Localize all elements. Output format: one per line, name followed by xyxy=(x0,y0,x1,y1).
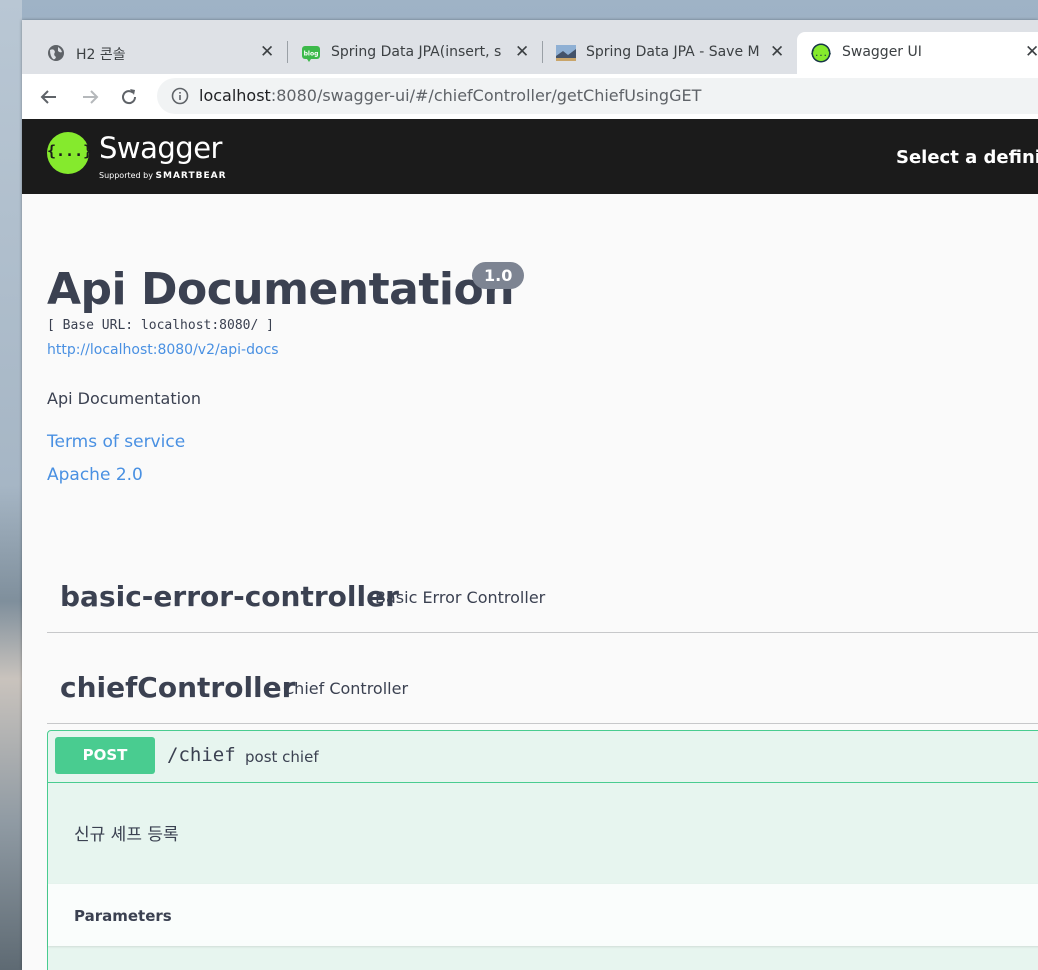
swagger-content: Api Documentation 1.0 [ Base URL: localh… xyxy=(22,194,1038,970)
swagger-icon: {...} xyxy=(811,43,831,63)
svg-text:{...}: {...} xyxy=(811,50,831,58)
tag-basic-error-controller[interactable]: basic-error-controller Basic Error Contr… xyxy=(47,566,1038,633)
logo-subtitle: Supported by SMARTBEAR xyxy=(99,171,227,181)
close-tab-icon[interactable]: ✕ xyxy=(260,42,274,62)
back-button[interactable] xyxy=(34,82,64,112)
blog-icon: blog xyxy=(302,46,320,62)
tag-chief-controller[interactable]: chiefController Chief Controller xyxy=(47,657,1038,724)
globe-icon xyxy=(48,45,64,61)
operation-post-chief: POST /chief post chief 신규 셰프 등록 Paramete… xyxy=(47,730,1038,970)
tab-title: Spring Data JPA(insert, s xyxy=(331,44,502,60)
http-method-badge: POST xyxy=(55,737,155,774)
tab-swagger-ui[interactable]: {...} Swagger UI ✕ xyxy=(797,32,1038,74)
close-tab-icon[interactable]: ✕ xyxy=(770,42,784,62)
logo-symbol: {...} xyxy=(47,142,93,160)
close-tab-icon[interactable]: ✕ xyxy=(515,42,529,62)
operation-summary[interactable]: POST /chief post chief xyxy=(48,731,1038,783)
version-badge: 1.0 xyxy=(472,262,525,289)
forward-button[interactable] xyxy=(75,82,105,112)
logo-sub-brand: SMARTBEAR xyxy=(155,171,227,181)
page-title: Api Documentation xyxy=(47,264,515,315)
parameters-title: Parameters xyxy=(74,907,172,925)
browser-toolbar: localhost:8080/swagger-ui/#/chiefControl… xyxy=(22,74,1038,120)
browser-window: H2 콘솔 ✕ blog Spring Data JPA(insert, s ✕… xyxy=(22,20,1038,970)
svg-text:blog: blog xyxy=(304,51,319,58)
tag-description: Basic Error Controller xyxy=(375,588,546,607)
close-tab-icon[interactable]: ✕ xyxy=(1025,42,1038,62)
tag-name: basic-error-controller xyxy=(60,580,399,613)
info-icon[interactable] xyxy=(171,87,189,105)
url-host: localhost xyxy=(199,86,271,105)
base-url: [ Base URL: localhost:8080/ ] xyxy=(47,318,274,333)
api-description: Api Documentation xyxy=(47,389,201,408)
operation-summary-text: post chief xyxy=(245,748,319,766)
tab-blog[interactable]: blog Spring Data JPA(insert, s ✕ xyxy=(277,32,539,74)
url-path: :8080/swagger-ui/#/chiefController/getCh… xyxy=(270,86,702,105)
operation-path: /chief xyxy=(167,744,236,766)
parameters-section-header: Parameters xyxy=(48,884,1038,946)
swagger-logo-text[interactable]: Swagger xyxy=(99,131,222,165)
select-definition-label: Select a definit xyxy=(896,147,1038,168)
tab-title: Swagger UI xyxy=(842,44,922,60)
reload-icon xyxy=(122,89,137,105)
api-docs-link[interactable]: http://localhost:8080/v2/api-docs xyxy=(47,342,279,358)
tag-description: Chief Controller xyxy=(283,679,409,698)
license-link[interactable]: Apache 2.0 xyxy=(47,465,143,485)
logo-sub-prefix: Supported by xyxy=(99,171,153,180)
arrow-left-icon xyxy=(40,90,56,104)
tab-title: Spring Data JPA - Save M xyxy=(586,44,760,60)
address-bar[interactable]: localhost:8080/swagger-ui/#/chiefControl… xyxy=(157,78,1038,114)
tab-spring-data-save[interactable]: Spring Data JPA - Save M ✕ xyxy=(532,32,794,74)
tag-name: chiefController xyxy=(60,671,296,704)
reload-button[interactable] xyxy=(114,82,144,112)
operation-description: 신규 셰프 등록 xyxy=(74,825,179,845)
landscape-thumbnail-icon xyxy=(556,45,576,61)
swagger-logo-icon[interactable]: {...} xyxy=(47,132,93,174)
swagger-topbar: {...} Swagger Supported by SMARTBEAR Sel… xyxy=(22,119,1038,194)
arrow-right-icon xyxy=(83,90,99,104)
tab-h2-console[interactable]: H2 콘솔 ✕ xyxy=(22,32,284,74)
url-text: localhost:8080/swagger-ui/#/chiefControl… xyxy=(199,86,701,105)
tab-strip: H2 콘솔 ✕ blog Spring Data JPA(insert, s ✕… xyxy=(22,20,1038,74)
desktop-background xyxy=(0,0,22,970)
tab-title: H2 콘솔 xyxy=(76,47,126,63)
terms-of-service-link[interactable]: Terms of service xyxy=(47,432,185,452)
